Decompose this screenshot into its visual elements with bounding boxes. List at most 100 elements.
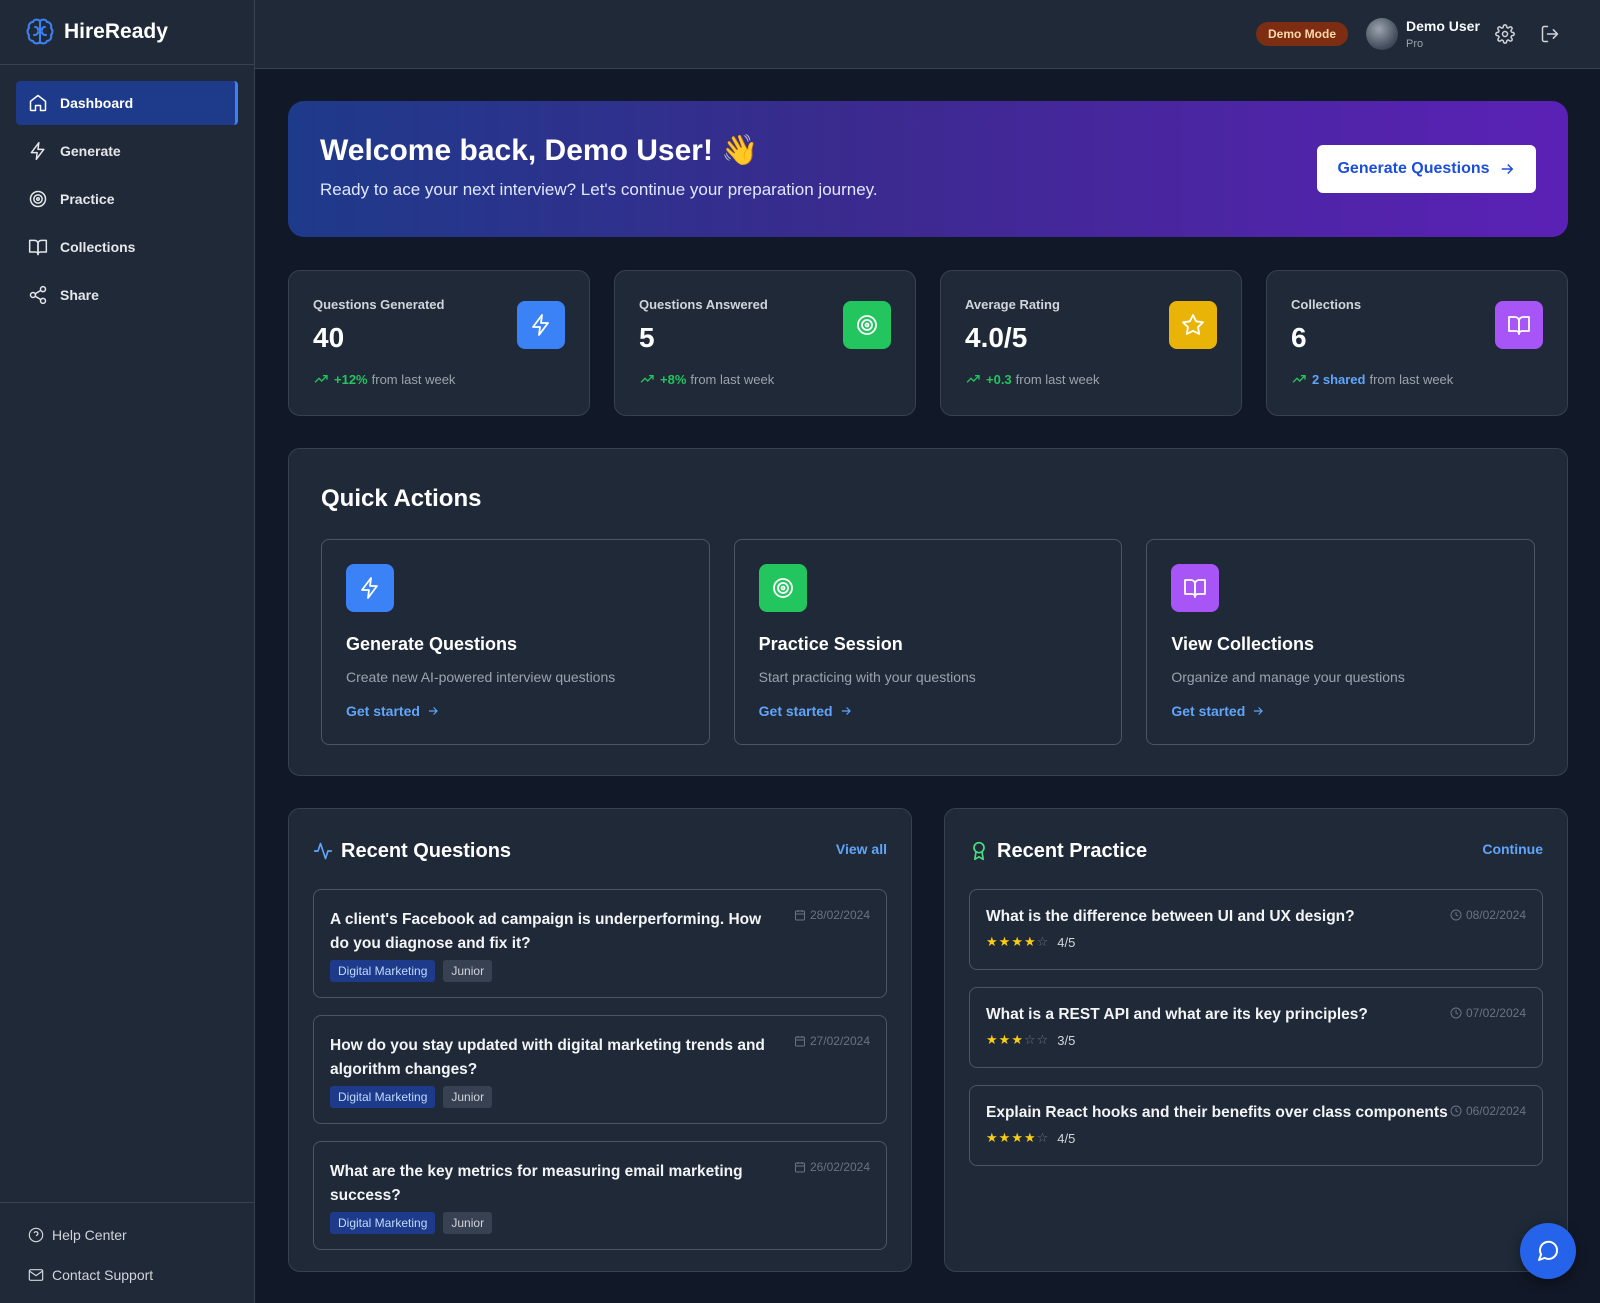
sidebar-item-collections[interactable]: Collections bbox=[16, 225, 238, 269]
quick-action-collections[interactable]: View Collections Organize and manage you… bbox=[1146, 539, 1536, 745]
star-empty-icon: ☆ bbox=[1023, 1032, 1037, 1047]
share-icon bbox=[29, 285, 47, 305]
stat-delta-suffix: from last week bbox=[1015, 371, 1100, 387]
practice-date: 06/02/2024 bbox=[1450, 1104, 1526, 1118]
chat-support-button[interactable] bbox=[1520, 1223, 1576, 1279]
activity-icon bbox=[313, 842, 333, 860]
stat-trend: +8% from last week bbox=[639, 371, 774, 387]
star-filled-icon: ★ bbox=[1011, 1032, 1024, 1047]
sidebar-item-label: Practice bbox=[60, 191, 115, 207]
settings-button[interactable] bbox=[1495, 24, 1515, 44]
view-all-link[interactable]: View all bbox=[836, 841, 887, 857]
quick-action-title: Practice Session bbox=[758, 634, 903, 654]
rating-stars: ★★★★☆ bbox=[986, 934, 1049, 950]
recent-practice-title: Recent Practice bbox=[997, 839, 1148, 862]
avatar[interactable] bbox=[1366, 18, 1398, 50]
list-item[interactable]: What are the key metrics for measuring e… bbox=[313, 1141, 887, 1250]
stat-card-questions-generated: Questions Generated 40 +12% from last we… bbox=[288, 270, 590, 416]
quick-action-generate[interactable]: Generate Questions Create new AI-powered… bbox=[321, 539, 710, 745]
rating: ★★★★☆ 4/5 bbox=[986, 1130, 1542, 1146]
target-icon bbox=[857, 315, 877, 335]
sidebar-item-label: Share bbox=[60, 287, 99, 303]
date-label: 27/02/2024 bbox=[809, 1034, 870, 1048]
list-item[interactable]: What is a REST API and what are its key … bbox=[969, 987, 1543, 1068]
star-icon bbox=[1182, 314, 1204, 335]
sidebar-item-dashboard[interactable]: Dashboard bbox=[16, 81, 238, 125]
demo-mode-badge: Demo Mode bbox=[1256, 22, 1349, 46]
clock-icon bbox=[1450, 1105, 1462, 1117]
list-item[interactable]: A client's Facebook ad campaign is under… bbox=[313, 889, 887, 998]
practice-date: 07/02/2024 bbox=[1450, 1006, 1526, 1020]
level-tag: Junior bbox=[443, 960, 493, 982]
get-started-link[interactable]: Get started bbox=[346, 703, 709, 719]
sidebar-item-label: Collections bbox=[60, 239, 136, 255]
mail-icon bbox=[28, 1269, 44, 1281]
chat-bubble-icon bbox=[1538, 1240, 1559, 1261]
stat-card-questions-answered: Questions Answered 5 +8% from last week bbox=[614, 270, 916, 416]
get-started-link[interactable]: Get started bbox=[759, 703, 1122, 719]
date-label: 06/02/2024 bbox=[1465, 1104, 1526, 1118]
stat-delta-suffix: from last week bbox=[690, 371, 775, 387]
star-filled-icon: ★ bbox=[998, 1032, 1012, 1047]
level-tag: Junior bbox=[443, 1212, 493, 1234]
quick-action-title: View Collections bbox=[1171, 634, 1315, 654]
continue-link[interactable]: Continue bbox=[1482, 841, 1543, 857]
star-filled-icon: ★ bbox=[986, 934, 999, 949]
book-icon bbox=[1508, 316, 1530, 335]
user-name: Demo User bbox=[1406, 18, 1480, 34]
contact-support-label: Contact Support bbox=[52, 1267, 154, 1283]
stat-delta: 2 shared bbox=[1312, 371, 1366, 387]
help-circle-icon bbox=[28, 1227, 44, 1243]
stat-icon-badge bbox=[843, 301, 891, 349]
target-icon bbox=[772, 578, 793, 598]
logout-icon bbox=[1541, 25, 1559, 43]
rating-stars: ★★★☆☆ bbox=[986, 1032, 1049, 1048]
contact-support-link[interactable]: Contact Support bbox=[28, 1255, 254, 1295]
quick-action-desc: Create new AI-powered interview question… bbox=[346, 669, 616, 685]
lightning-icon bbox=[30, 141, 45, 161]
stat-delta: +12% bbox=[334, 371, 368, 387]
stat-trend: 2 shared from last week bbox=[1291, 371, 1453, 387]
clock-icon bbox=[1450, 909, 1462, 921]
stat-icon-badge bbox=[1169, 301, 1217, 349]
stat-card-average-rating: Average Rating 4.0/5 +0.3 from last week bbox=[940, 270, 1242, 416]
get-started-link[interactable]: Get started bbox=[1171, 703, 1534, 719]
award-icon bbox=[973, 841, 985, 861]
home-icon bbox=[29, 94, 47, 112]
list-item[interactable]: What is the difference between UI and UX… bbox=[969, 889, 1543, 970]
logout-button[interactable] bbox=[1540, 24, 1560, 44]
star-filled-icon: ★ bbox=[1023, 1130, 1037, 1145]
user-plan: Pro bbox=[1406, 38, 1424, 50]
question-tags: Digital Marketing Junior bbox=[330, 960, 886, 982]
rating-label: 4/5 bbox=[1057, 1130, 1076, 1146]
star-filled-icon: ★ bbox=[1011, 1130, 1024, 1145]
arrow-right-icon bbox=[1254, 707, 1264, 715]
stat-delta: +8% bbox=[660, 371, 687, 387]
sidebar-item-practice[interactable]: Practice bbox=[16, 177, 238, 221]
trending-up-icon bbox=[1292, 375, 1306, 383]
quick-action-practice[interactable]: Practice Session Start practicing with y… bbox=[733, 539, 1123, 745]
generate-questions-button[interactable]: Generate Questions bbox=[1317, 145, 1536, 193]
get-started-label: Get started bbox=[1171, 703, 1246, 719]
question-text: How do you stay updated with digital mar… bbox=[330, 1037, 765, 1078]
brand[interactable]: HireReady bbox=[0, 0, 254, 65]
brand-name: HireReady bbox=[64, 20, 168, 43]
list-item[interactable]: Explain React hooks and their benefits o… bbox=[969, 1085, 1543, 1166]
topic-tag: Digital Marketing bbox=[330, 960, 436, 982]
recent-practice-list: What is the difference between UI and UX… bbox=[969, 889, 1543, 1166]
star-filled-icon: ★ bbox=[986, 1130, 999, 1145]
stat-delta-suffix: from last week bbox=[371, 371, 456, 387]
quick-action-desc: Organize and manage your questions bbox=[1171, 669, 1405, 685]
gear-icon bbox=[1495, 24, 1515, 44]
help-center-link[interactable]: Help Center bbox=[28, 1215, 254, 1255]
recent-practice-panel: Recent Practice Continue What is the dif… bbox=[944, 808, 1568, 1272]
trending-up-icon bbox=[640, 375, 654, 383]
panel-header: Recent Practice bbox=[969, 839, 1543, 863]
book-icon bbox=[1184, 579, 1207, 598]
sidebar-item-generate[interactable]: Generate bbox=[16, 129, 238, 173]
sidebar-item-share[interactable]: Share bbox=[16, 273, 238, 317]
question-tags: Digital Marketing Junior bbox=[330, 1212, 886, 1234]
question-date: 28/02/2024 bbox=[794, 908, 870, 922]
list-item[interactable]: How do you stay updated with digital mar… bbox=[313, 1015, 887, 1124]
recent-questions-panel: Recent Questions View all A client's Fac… bbox=[288, 808, 912, 1272]
